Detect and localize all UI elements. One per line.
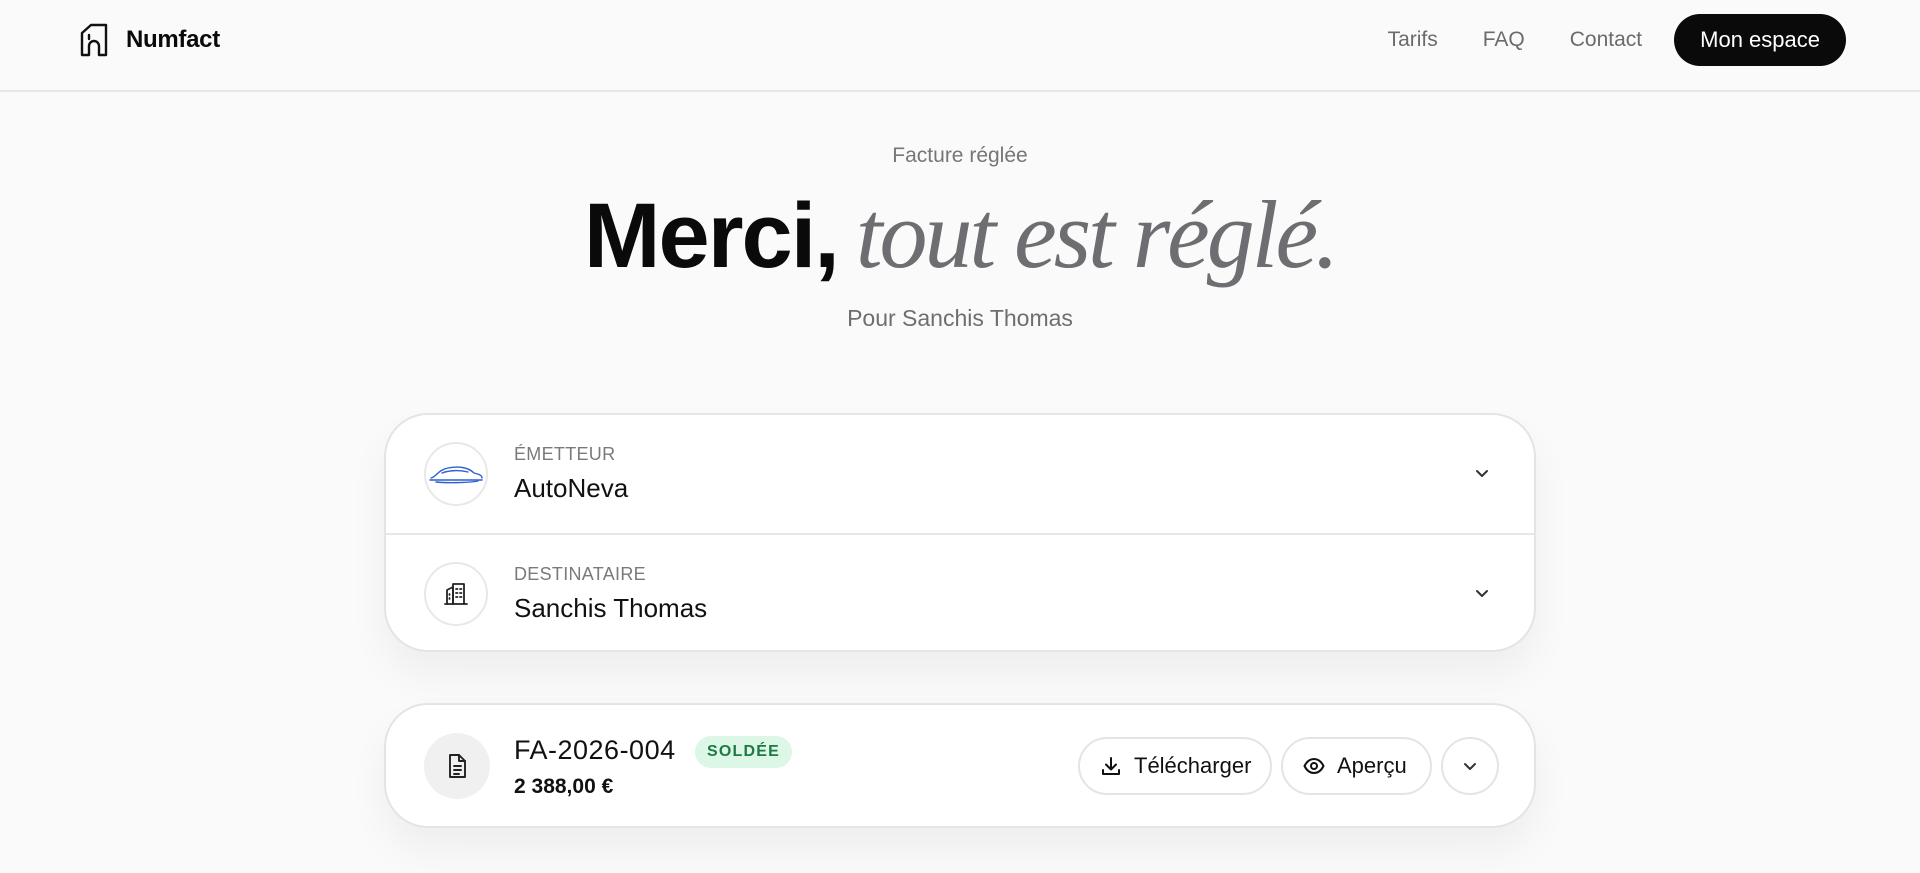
brand[interactable]: Numfact <box>78 20 220 60</box>
recipient-name: Sanchis Thomas <box>514 593 708 623</box>
nav-link-contact[interactable]: Contact <box>1570 28 1642 52</box>
brand-logo-icon <box>78 22 110 58</box>
download-button[interactable]: Télécharger <box>1078 737 1272 795</box>
my-space-button[interactable]: Mon espace <box>1674 14 1846 66</box>
title-strong: Merci, <box>583 185 840 287</box>
top-bar: Numfact Tarifs FAQ Contact Mon espace <box>0 0 1920 92</box>
status-eyebrow: Facture réglée <box>892 144 1028 167</box>
car-logo-icon <box>428 461 484 487</box>
recipient-label: DESTINATAIRE <box>514 564 646 584</box>
download-label: Télécharger <box>1134 753 1252 778</box>
page-title: Merci, tout est réglé. <box>0 180 1920 311</box>
brand-name: Numfact <box>126 26 220 53</box>
recipient-row[interactable]: DESTINATAIRE Sanchis Thomas <box>386 533 1534 650</box>
document-icon <box>445 753 469 779</box>
issuer-row[interactable]: ÉMETTEUR AutoNeva <box>386 415 1534 533</box>
issuer-label: ÉMETTEUR <box>514 444 616 464</box>
invoice-card: FA-2026-004 SOLDÉE 2 388,00 € Télécharge… <box>384 703 1536 828</box>
main-nav: Tarifs FAQ Contact Mon espace <box>1388 14 1846 66</box>
expand-invoice-button[interactable] <box>1441 737 1499 795</box>
recipient-subtitle: Pour Sanchis Thomas <box>847 305 1073 331</box>
preview-label: Aperçu <box>1337 753 1407 778</box>
preview-button[interactable]: Aperçu <box>1281 737 1432 795</box>
building-icon <box>443 581 469 607</box>
parties-card: ÉMETTEUR AutoNeva DESTINATAIRE Sanchis T… <box>384 413 1536 652</box>
status-badge: SOLDÉE <box>695 736 792 768</box>
chevron-down-icon[interactable] <box>1468 579 1496 607</box>
eye-icon <box>1303 755 1325 777</box>
chevron-down-icon[interactable] <box>1468 459 1496 487</box>
nav-link-faq[interactable]: FAQ <box>1483 28 1525 52</box>
invoice-amount: 2 388,00 € <box>514 775 614 798</box>
issuer-avatar <box>424 442 488 506</box>
document-avatar <box>424 733 490 799</box>
recipient-avatar <box>424 562 488 626</box>
chevron-down-icon <box>1461 757 1479 775</box>
invoice-number: FA-2026-004 <box>514 735 676 765</box>
download-icon <box>1100 755 1122 777</box>
title-soft: tout est réglé. <box>855 181 1339 288</box>
issuer-name: AutoNeva <box>514 473 629 503</box>
nav-link-tarifs[interactable]: Tarifs <box>1388 28 1438 52</box>
